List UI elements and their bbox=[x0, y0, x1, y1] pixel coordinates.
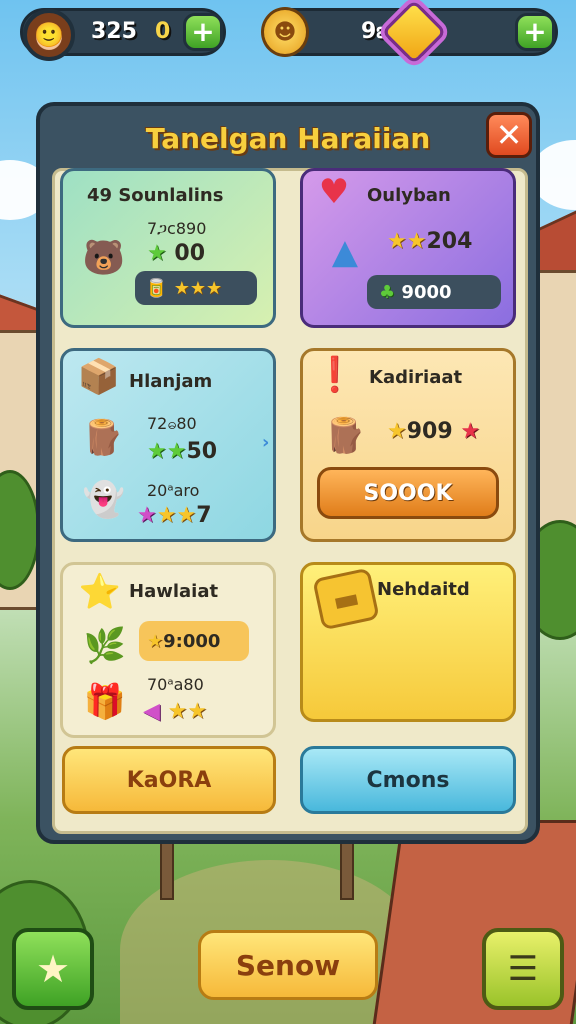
chat-icon: ☰ bbox=[507, 949, 539, 989]
gift-chest-icon: 🎁 bbox=[83, 682, 127, 722]
card-title: Kadiriaat bbox=[369, 367, 463, 388]
favorites-button[interactable]: ★ bbox=[12, 928, 94, 1010]
heart-check-icon: ♥ bbox=[318, 172, 350, 212]
chevron-right-icon: › bbox=[262, 432, 270, 453]
reward-card-5[interactable]: ⭐ Hawlaiat 🌿 ★ 9:000 🎁 70ᵃa80 ◀ ★★ bbox=[60, 562, 276, 738]
card-reward: ★909 ★ bbox=[387, 419, 481, 444]
left-action-button[interactable]: KaORA bbox=[62, 746, 276, 814]
card-reward: ◀ ★★ bbox=[143, 699, 208, 724]
card-value: 72ဓ80 bbox=[147, 414, 197, 433]
badge-icon: ❗ bbox=[313, 355, 357, 395]
fence-post bbox=[340, 840, 354, 900]
star-chest-icon: ⭐ bbox=[78, 572, 122, 612]
flag-icon: ▲ bbox=[331, 232, 359, 272]
reward-pill: ♣ 9000 bbox=[367, 275, 501, 309]
card-reward: ★★★7 bbox=[137, 503, 212, 528]
fence-post bbox=[160, 840, 174, 900]
avatar[interactable]: 🙂 bbox=[23, 9, 75, 61]
close-button[interactable]: ✕ bbox=[486, 112, 532, 158]
panel-title: Tanelgan Haraiian bbox=[145, 122, 431, 155]
reward-card-1[interactable]: 49 Sounlalins 🐻 7ጋc890 ★ 00 🥫 ★★★ bbox=[60, 168, 276, 328]
note-icon: ▬ bbox=[312, 567, 380, 631]
add-currency-button[interactable]: + bbox=[515, 13, 555, 51]
center-action-button[interactable]: Senow bbox=[198, 930, 378, 1000]
player-count: 325 bbox=[91, 19, 137, 44]
gem-icon bbox=[381, 0, 447, 65]
card-title: Hawlaiat bbox=[129, 581, 219, 602]
card-reward: ★ 00 bbox=[147, 241, 206, 266]
leaves-icon: 🌿 bbox=[83, 626, 127, 666]
chat-button[interactable]: ☰ bbox=[482, 928, 564, 1010]
card-title: Oulyban bbox=[367, 185, 451, 206]
card-reward: ★★50 bbox=[147, 439, 218, 464]
coin-icon: ☻ bbox=[261, 7, 309, 57]
reward-pill: ★ 9:000 bbox=[139, 621, 249, 661]
card-value: 70ᵃa80 bbox=[147, 675, 204, 694]
ghost-icon: 👻 bbox=[82, 480, 126, 520]
add-button[interactable]: + bbox=[183, 13, 223, 51]
reward-card-4[interactable]: ❗ Kadiriaat 🪵 ★909 ★ SOOOK bbox=[300, 348, 516, 542]
currency-bar: ☻ 9ఽ + bbox=[261, 0, 558, 65]
notice-card[interactable]: ▬ Nehdaitd bbox=[300, 562, 516, 722]
reward-card-2[interactable]: ♥ Oulyban ▲ ★★204 ♣ 9000 bbox=[300, 168, 516, 328]
card-title: 49 Sounlalins bbox=[87, 185, 224, 206]
card-title: Hlanjam bbox=[129, 371, 213, 392]
claim-button[interactable]: SOOOK bbox=[317, 467, 499, 519]
coin-stack-icon: 🥫 bbox=[145, 277, 168, 299]
player-zero-value: 0 bbox=[155, 19, 171, 44]
reward-pill: 🥫 ★★★ bbox=[135, 271, 257, 305]
lumber-icon: 🪵 bbox=[323, 416, 367, 456]
reward-card-3[interactable]: 📦 Hlanjam 🪵 72ဓ80 ★★50 👻 20ᵃaro ★★★7 bbox=[60, 348, 276, 542]
card-value: 7ጋc890 bbox=[147, 219, 207, 238]
card-reward: ★★204 bbox=[387, 229, 473, 254]
card-value: 20ᵃaro bbox=[147, 481, 200, 500]
card-title: Nehdaitd bbox=[377, 579, 470, 600]
crate-icon: 📦 bbox=[77, 357, 121, 397]
bear-icon: 🐻 bbox=[82, 238, 126, 278]
player-bar: 🙂 325 0 + bbox=[20, 8, 226, 61]
right-action-button[interactable]: Cmons bbox=[300, 746, 516, 814]
lumber-icon: 🪵 bbox=[81, 418, 125, 458]
star-icon: ★ bbox=[35, 947, 71, 991]
